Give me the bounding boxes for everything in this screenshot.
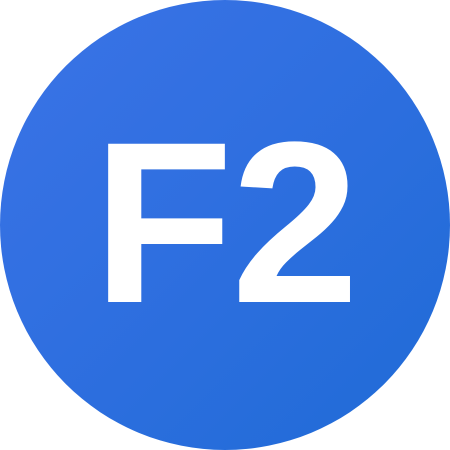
avatar-initials: F2 bbox=[92, 94, 359, 351]
avatar-stage: F2 bbox=[0, 0, 450, 450]
avatar: F2 bbox=[0, 0, 450, 450]
